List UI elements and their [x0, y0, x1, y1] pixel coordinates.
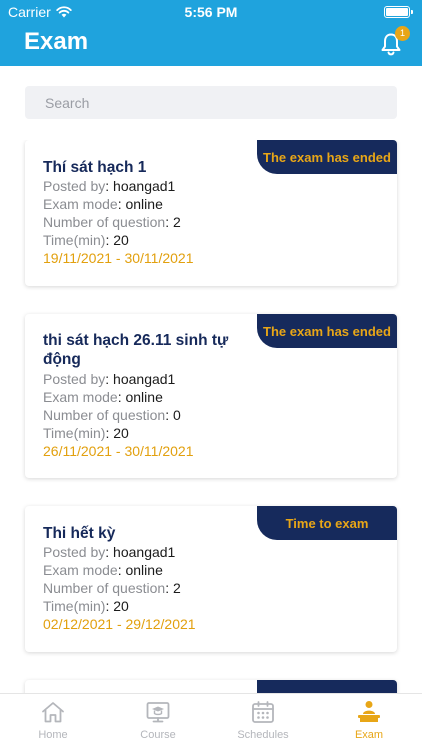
num-questions-value: 2: [172, 214, 181, 230]
exam-question-count: Number of question: 2: [43, 214, 181, 230]
exam-duration: Time(min): 20: [43, 232, 129, 248]
num-questions-value: 0: [172, 407, 181, 423]
exam-card[interactable]: The exam has ended Thí sát hạch 1 Posted…: [25, 140, 397, 286]
exam-mode: Exam mode: online: [43, 389, 163, 405]
exam-mode-value: online: [125, 389, 163, 405]
posted-by-value: hoangad1: [113, 544, 176, 560]
battery-icon: [384, 6, 413, 18]
time-value: 20: [113, 232, 129, 248]
num-questions-label: Number of question: [43, 214, 166, 230]
time-label: Time(min): [43, 232, 106, 248]
num-questions-label: Number of question: [43, 580, 166, 596]
exam-status-badge: The exam has ended: [257, 314, 397, 348]
exam-question-count: Number of question: 0: [43, 407, 181, 423]
exam-title: Thi hết kỳ: [43, 525, 116, 542]
exam-question-count: Number of question: 2: [43, 580, 181, 596]
search-input[interactable]: [45, 94, 377, 111]
tab-bar: Home Course Schedules Exam: [0, 693, 422, 750]
tab-schedules[interactable]: Schedules: [223, 700, 303, 741]
tab-label: Exam: [354, 729, 384, 741]
exam-card[interactable]: [25, 680, 397, 693]
exam-mode: Exam mode: online: [43, 196, 163, 212]
exam-duration: Time(min): 20: [43, 425, 129, 441]
notification-button[interactable]: 1: [380, 26, 410, 56]
tab-label: Course: [140, 729, 176, 741]
exam-list: The exam has ended Thí sát hạch 1 Posted…: [0, 140, 422, 693]
exam-posted-by: Posted by: hoangad1: [43, 371, 176, 387]
exam-mode: Exam mode: online: [43, 562, 163, 578]
app-header: Exam 1: [0, 24, 422, 66]
exam-dates: 02/12/2021 - 29/12/2021: [43, 616, 196, 632]
exam-mode-label: Exam mode: [43, 562, 118, 578]
num-questions-value: 2: [172, 580, 181, 596]
exam-title: Thí sát hạch 1: [43, 159, 147, 176]
time-label: Time(min): [43, 425, 106, 441]
exam-mode-value: online: [125, 562, 163, 578]
exam-icon: [358, 701, 380, 722]
posted-by-label: Posted by: [43, 178, 106, 194]
time-value: 20: [113, 598, 129, 614]
num-questions-label: Number of question: [43, 407, 166, 423]
tab-label: Schedules: [237, 729, 289, 741]
tab-home[interactable]: Home: [13, 700, 93, 741]
exam-mode-label: Exam mode: [43, 196, 118, 212]
exam-mode-value: online: [125, 196, 163, 212]
exam-mode-label: Exam mode: [43, 389, 118, 405]
course-icon: [146, 702, 170, 723]
exam-posted-by: Posted by: hoangad1: [43, 178, 176, 194]
calendar-icon: [252, 701, 274, 723]
posted-by-value: hoangad1: [113, 178, 176, 194]
tab-course[interactable]: Course: [118, 700, 198, 741]
exam-status-badge: Time to exam: [257, 506, 397, 540]
tab-exam[interactable]: Exam: [329, 700, 409, 741]
notification-badge: 1: [395, 26, 410, 41]
exam-duration: Time(min): 20: [43, 598, 129, 614]
exam-status-badge: The exam has ended: [257, 140, 397, 174]
posted-by-label: Posted by: [43, 544, 106, 560]
exam-title: thi sát hạch 26.11 sinh tự động: [43, 332, 229, 368]
search-bar: [25, 86, 397, 119]
home-icon: [42, 702, 64, 723]
clock: 5:56 PM: [184, 4, 238, 20]
page-title: Exam: [24, 28, 89, 55]
time-label: Time(min): [43, 598, 106, 614]
tab-label: Home: [38, 729, 68, 741]
exam-dates: 19/11/2021 - 30/11/2021: [43, 250, 194, 266]
exam-status-badge: [257, 680, 397, 693]
posted-by-value: hoangad1: [113, 371, 176, 387]
exam-card[interactable]: Time to exam Thi hết kỳ Posted by: hoang…: [25, 506, 397, 652]
status-bar: Carrier 5:56 PM: [0, 0, 422, 24]
exam-dates: 26/11/2021 - 30/11/2021: [43, 443, 194, 459]
time-value: 20: [113, 425, 129, 441]
exam-posted-by: Posted by: hoangad1: [43, 544, 176, 560]
exam-card[interactable]: The exam has ended thi sát hạch 26.11 si…: [25, 314, 397, 478]
posted-by-label: Posted by: [43, 371, 106, 387]
